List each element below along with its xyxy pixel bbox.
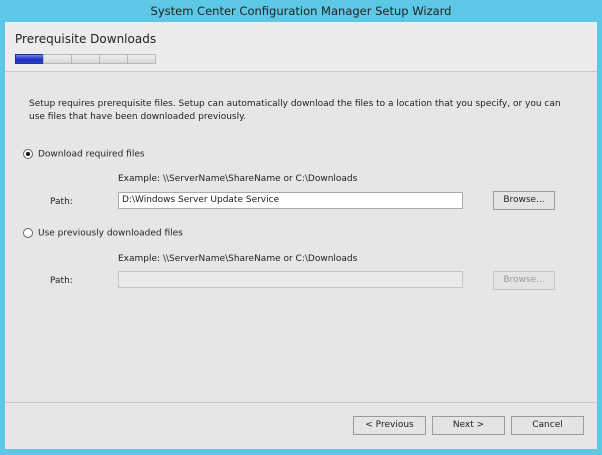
- path-label: Path:: [50, 197, 73, 207]
- previous-button[interactable]: < Previous: [353, 416, 426, 435]
- radio-label: Use previously downloaded files: [38, 228, 183, 239]
- step-2: [43, 54, 72, 64]
- radio-unselected-icon: [23, 228, 33, 238]
- step-5: [127, 54, 156, 64]
- description: Setup requires prerequisite files. Setup…: [29, 99, 561, 122]
- page-title: Prerequisite Downloads: [15, 32, 157, 46]
- cancel-button[interactable]: Cancel: [511, 416, 584, 435]
- step-3: [71, 54, 100, 64]
- step-progress: [15, 54, 156, 64]
- step-1: [15, 54, 44, 64]
- radio-label: Download required files: [38, 149, 145, 160]
- footer-divider: [5, 402, 597, 403]
- example-text: Example: \\ServerName\ShareName or C:\Do…: [118, 254, 358, 264]
- browse-button[interactable]: Browse...: [493, 191, 555, 210]
- wizard-window: Prerequisite Downloads Setup requires pr…: [5, 22, 597, 449]
- radio-download-required[interactable]: Download required files: [23, 149, 145, 160]
- previous-path-input[interactable]: [118, 271, 463, 288]
- path-label: Path:: [50, 276, 73, 286]
- radio-selected-icon: [23, 149, 33, 159]
- download-path-input[interactable]: D:\Windows Server Update Service: [118, 192, 463, 209]
- browse-button-disabled[interactable]: Browse...: [493, 271, 555, 290]
- next-button[interactable]: Next >: [432, 416, 505, 435]
- wizard-header: Prerequisite Downloads: [5, 22, 597, 72]
- window-title: System Center Configuration Manager Setu…: [150, 4, 452, 18]
- step-4: [99, 54, 128, 64]
- radio-use-previous[interactable]: Use previously downloaded files: [23, 228, 183, 239]
- example-text: Example: \\ServerName\ShareName or C:\Do…: [118, 174, 358, 184]
